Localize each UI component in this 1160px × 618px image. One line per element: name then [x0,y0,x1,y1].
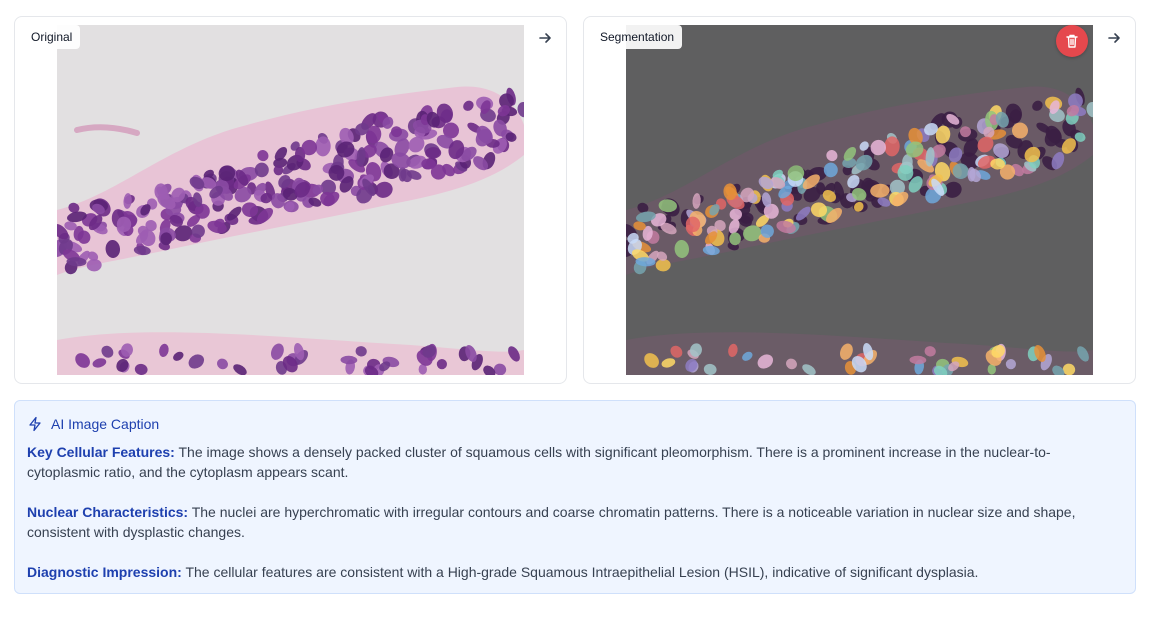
lightning-icon [29,416,41,432]
original-image [57,25,524,375]
cell-nucleus [273,165,284,176]
caption-title: AI Image Caption [51,416,160,432]
segmentation-image [626,25,1093,375]
caption-header: AI Image Caption [27,414,1123,434]
caption-text: The image shows a densely packed cluster… [27,444,1051,480]
original-label: Original [23,25,81,49]
original-panel: Original [14,16,567,384]
caption-heading: Key Cellular Features: [27,444,175,460]
caption-paragraph: Key Cellular Features: The image shows a… [27,442,1123,482]
delete-button[interactable] [1056,25,1088,57]
caption-paragraph: Nuclear Characteristics: The nuclei are … [27,502,1123,542]
trash-icon [1066,34,1078,48]
caption-heading: Diagnostic Impression: [27,564,182,580]
arrow-right-icon[interactable] [534,27,556,49]
segmentation-panel: Segmentation [583,16,1136,384]
segmentation-label: Segmentation [592,25,683,49]
caption-text: The cellular features are consistent wit… [185,564,979,580]
ai-caption-box: AI Image Caption Key Cellular Features: … [14,400,1136,594]
caption-heading: Nuclear Characteristics: [27,504,189,520]
arrow-right-icon[interactable] [1103,27,1125,49]
caption-paragraph: Diagnostic Impression: The cellular feat… [27,562,1123,582]
